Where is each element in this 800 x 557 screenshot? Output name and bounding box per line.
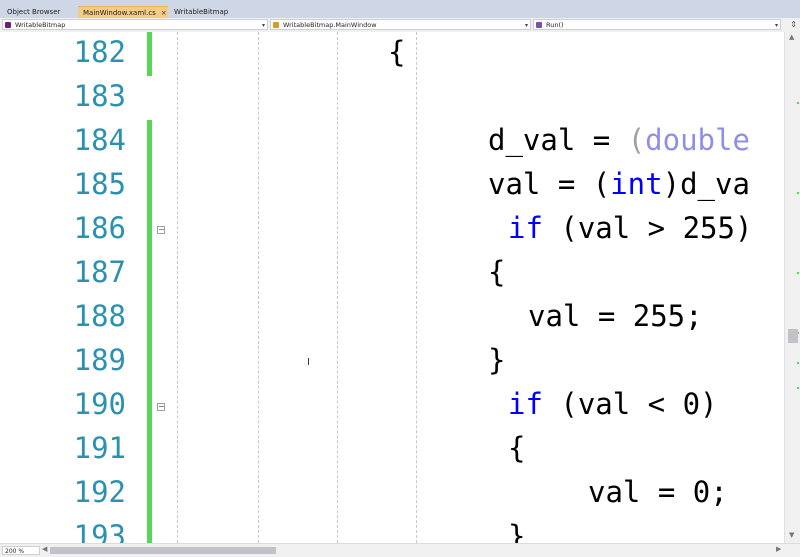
code-token: (val < 0) bbox=[542, 387, 718, 421]
code-line: 190 if (val < 0) bbox=[0, 382, 784, 426]
code-token: } bbox=[508, 519, 526, 543]
code-text: val = (int)d_va bbox=[488, 162, 750, 206]
project-dropdown-value: WritableBitmap bbox=[15, 21, 66, 29]
code-text: } bbox=[508, 514, 525, 543]
code-token: } bbox=[488, 343, 506, 377]
code-line: 193} bbox=[0, 514, 784, 543]
change-marker bbox=[797, 362, 799, 364]
line-number: 193 bbox=[73, 519, 126, 543]
line-number: 182 bbox=[73, 35, 126, 69]
chevron-down-icon: ▾ bbox=[261, 22, 265, 29]
code-line: 185 val = (int)d_va bbox=[0, 162, 784, 206]
code-token: { bbox=[508, 431, 526, 465]
keyword-token: if bbox=[508, 387, 543, 421]
document-tab-bar: Object Browser MainWindow.xaml.cs × Writa… bbox=[0, 0, 800, 19]
line-number: 187 bbox=[73, 255, 126, 289]
scroll-right-icon[interactable]: ▶ bbox=[776, 545, 781, 553]
keyword-token: if bbox=[508, 211, 543, 245]
code-text: d_val = (double bbox=[488, 118, 750, 162]
horizontal-scroll-thumb[interactable] bbox=[50, 547, 276, 554]
code-line: 192 val = 0; bbox=[0, 470, 784, 514]
code-line: 191 { bbox=[0, 426, 784, 470]
code-text: } bbox=[488, 338, 505, 382]
vertical-scrollbar[interactable]: ▲ ▼ bbox=[784, 32, 800, 543]
csharp-project-icon bbox=[5, 22, 11, 28]
code-text: val = 0; bbox=[588, 470, 728, 514]
line-number: 186 bbox=[73, 211, 126, 245]
code-line: 189} bbox=[0, 338, 784, 382]
class-icon bbox=[273, 22, 279, 28]
tab-object-browser[interactable]: Object Browser bbox=[2, 6, 77, 18]
text-cursor-icon: I bbox=[307, 357, 310, 368]
tab-label: MainWindow.xaml.cs bbox=[83, 9, 156, 17]
line-number: 184 bbox=[73, 123, 126, 157]
code-token: ( bbox=[627, 123, 646, 157]
tab-label: WritableBitmap bbox=[174, 8, 229, 16]
code-token: val = 0; bbox=[588, 475, 728, 509]
code-token: )d_va bbox=[662, 167, 750, 201]
class-dropdown-value: WritableBitmap.MainWindow bbox=[283, 21, 377, 29]
project-dropdown[interactable]: WritableBitmap ▾ bbox=[2, 19, 268, 30]
scroll-up-icon[interactable]: ▲ bbox=[789, 33, 794, 41]
code-token: val = ( bbox=[488, 167, 611, 201]
code-line: 182 { bbox=[0, 32, 784, 74]
split-window-icon[interactable]: ⇕ bbox=[790, 20, 797, 29]
line-number: 185 bbox=[73, 167, 126, 201]
zoom-level-dropdown[interactable]: 200 % bbox=[2, 546, 40, 555]
code-editor[interactable]: − − 182{183 184 d_val = (double 185 val = (i… bbox=[0, 32, 784, 543]
tab-mainwindow-xaml-cs[interactable]: MainWindow.xaml.cs × bbox=[78, 6, 168, 18]
change-marker bbox=[797, 272, 799, 274]
code-text: val = 255; bbox=[528, 294, 703, 338]
chevron-down-icon: ▾ bbox=[774, 22, 778, 29]
line-number: 190 bbox=[73, 387, 126, 421]
member-dropdown[interactable]: Run() ▾ bbox=[533, 19, 781, 30]
code-text: if (val < 0) bbox=[508, 382, 718, 426]
method-icon bbox=[536, 22, 542, 28]
zoom-level-value: 200 % bbox=[5, 548, 25, 555]
code-token: { bbox=[488, 255, 506, 289]
code-line: 183 bbox=[0, 74, 784, 118]
scroll-left-icon[interactable]: ◀ bbox=[42, 545, 47, 553]
navigation-bar: WritableBitmap ▾ WritableBitmap.MainWind… bbox=[0, 18, 800, 33]
code-token: d_val = bbox=[488, 123, 628, 157]
code-token: double bbox=[645, 123, 750, 157]
line-number: 188 bbox=[73, 299, 126, 333]
member-dropdown-value: Run() bbox=[546, 21, 564, 29]
code-line: 188 val = 255; bbox=[0, 294, 784, 338]
scroll-down-icon[interactable]: ▼ bbox=[789, 531, 794, 539]
tab-label: Object Browser bbox=[7, 8, 61, 16]
change-marker bbox=[797, 102, 799, 104]
line-number: 189 bbox=[73, 343, 126, 377]
line-number: 192 bbox=[73, 475, 126, 509]
class-dropdown[interactable]: WritableBitmap.MainWindow ▾ bbox=[270, 19, 531, 30]
code-text: { bbox=[508, 426, 525, 470]
change-marker bbox=[797, 387, 799, 389]
code-token: { bbox=[388, 35, 406, 69]
keyword-token: int bbox=[610, 167, 663, 201]
tab-writablebitmap[interactable]: WritableBitmap bbox=[169, 6, 245, 18]
vertical-scroll-thumb[interactable] bbox=[788, 329, 798, 343]
code-line: 187 { bbox=[0, 250, 784, 294]
code-text: { bbox=[488, 250, 505, 294]
horizontal-scrollbar[interactable]: 200 % ◀ ▶ bbox=[0, 543, 800, 557]
line-number: 183 bbox=[73, 79, 126, 113]
code-token: (val > 255) bbox=[542, 211, 753, 245]
chevron-down-icon: ▾ bbox=[524, 22, 528, 29]
code-text: { bbox=[388, 32, 405, 74]
line-number: 191 bbox=[73, 431, 126, 465]
code-token: val = 255; bbox=[528, 299, 703, 333]
close-icon[interactable]: × bbox=[161, 9, 167, 17]
change-marker bbox=[797, 192, 799, 194]
code-line: 186 if (val > 255) bbox=[0, 206, 784, 250]
code-text: if (val > 255) bbox=[508, 206, 752, 250]
code-line: 184 d_val = (double bbox=[0, 118, 784, 162]
